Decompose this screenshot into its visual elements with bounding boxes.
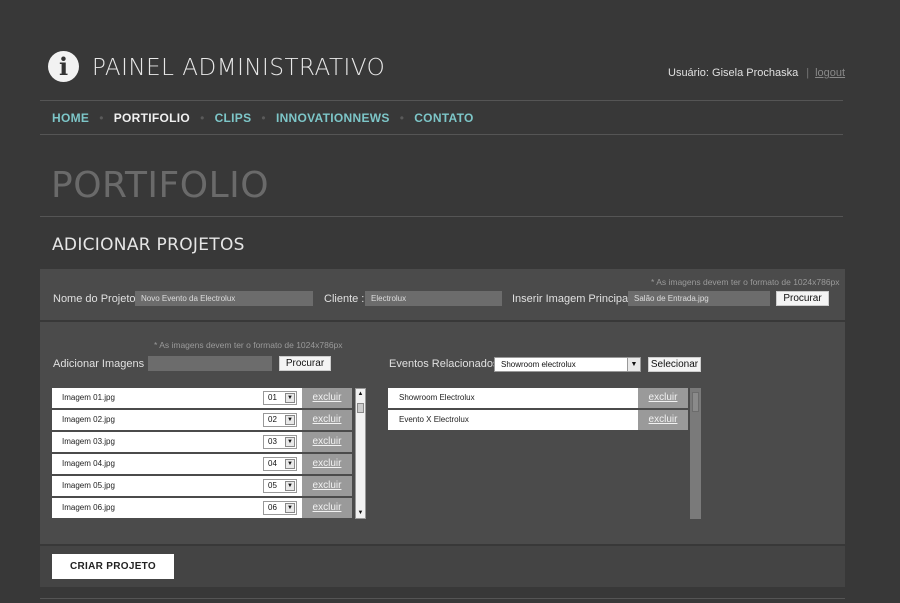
user-area: Usuário: Gisela Prochaska | logout [668,67,845,79]
chevron-down-icon[interactable]: ▼ [627,358,640,371]
nav-separator: • [261,111,266,125]
order-value: 04 [268,459,277,468]
scrollbar-thumb[interactable] [357,403,364,413]
related-events-selected: Showroom electrolux [501,360,576,369]
list-item: Showroom Electrolux excluir [388,388,688,408]
nav-item-home[interactable]: HOME [52,111,89,125]
user-name: Usuário: Gisela Prochaska [668,67,799,79]
client-input[interactable] [365,291,502,306]
image-name: Imagem 02.jpg [62,415,115,424]
image-name: Imagem 03.jpg [62,437,115,446]
page-title: PORTIFOLIO [51,165,270,206]
order-select[interactable]: 02 ▼ [263,413,297,427]
main-image-label: Inserir Imagem Principal : [512,293,637,305]
order-value: 05 [268,481,277,490]
order-select[interactable]: 01 ▼ [263,391,297,405]
logo-info-icon: i [48,51,79,82]
nav-separator: • [200,111,205,125]
create-project-button[interactable]: CRIAR PROJETO [52,554,174,579]
header-divider [40,100,843,101]
images-list: Imagem 01.jpg 01 ▼ excluir Imagem 02.jpg … [52,388,352,520]
nav-separator: • [399,111,405,125]
nav-item-portifolio[interactable]: PORTIFOLIO [114,111,190,125]
main-image-hint: * As imagens devem ter o formato de 1024… [651,277,840,287]
logout-link[interactable]: logout [815,67,845,79]
order-value: 01 [268,393,277,402]
image-name: Imagem 04.jpg [62,459,115,468]
scroll-up-icon[interactable]: ▲ [357,391,364,397]
chevron-down-icon[interactable]: ▼ [285,393,295,403]
event-name: Showroom Electrolux [399,393,475,402]
order-select[interactable]: 05 ▼ [263,479,297,493]
app-title: PAINEL ADMINISTRATIVO [92,55,386,81]
section-title: ADICIONAR PROJETOS [52,235,245,255]
list-item: Imagem 04.jpg 04 ▼ excluir [52,454,352,474]
chevron-down-icon[interactable]: ▼ [285,481,295,491]
nav-item-contato[interactable]: CONTATO [414,111,473,125]
event-name: Evento X Electrolux [399,415,469,424]
list-item: Imagem 03.jpg 03 ▼ excluir [52,432,352,452]
title-divider [40,216,843,217]
chevron-down-icon[interactable]: ▼ [285,459,295,469]
order-value: 06 [268,503,277,512]
user-separator: | [806,67,810,79]
main-image-browse-button[interactable]: Procurar [776,291,829,306]
scrollbar-thumb[interactable] [692,392,699,412]
related-events-select[interactable]: Showroom electrolux ▼ [494,357,641,372]
add-images-hint: * As imagens devem ter o formato de 1024… [154,340,343,350]
chevron-down-icon[interactable]: ▼ [285,415,295,425]
image-name: Imagem 01.jpg [62,393,115,402]
scroll-down-icon[interactable]: ▼ [357,510,364,516]
list-item: Imagem 01.jpg 01 ▼ excluir [52,388,352,408]
list-item: Imagem 05.jpg 05 ▼ excluir [52,476,352,496]
order-select[interactable]: 06 ▼ [263,501,297,515]
project-name-label: Nome do Projeto : [53,293,142,305]
delete-event-link[interactable]: excluir [638,388,688,408]
delete-image-link[interactable]: excluir [302,388,352,408]
list-item: Evento X Electrolux excluir [388,410,688,430]
image-name: Imagem 05.jpg [62,481,115,490]
events-list: Showroom Electrolux excluir Evento X Ele… [388,388,688,432]
image-name: Imagem 06.jpg [62,503,115,512]
delete-event-link[interactable]: excluir [638,410,688,430]
add-images-browse-button[interactable]: Procurar [279,356,331,371]
order-select[interactable]: 04 ▼ [263,457,297,471]
client-label: Cliente : [324,293,365,305]
order-value: 02 [268,415,277,424]
project-name-input[interactable] [135,291,313,306]
related-events-label: Eventos Relacionados : [389,358,505,370]
add-images-label: Adicionar Imagens : [53,358,151,370]
delete-image-link[interactable]: excluir [302,432,352,452]
order-value: 03 [268,437,277,446]
list-item: Imagem 06.jpg 06 ▼ excluir [52,498,352,518]
add-images-input[interactable] [148,356,272,371]
main-nav: HOME • PORTIFOLIO • CLIPS • INNOVATIONNE… [52,111,474,125]
main-image-input[interactable] [628,291,770,306]
delete-image-link[interactable]: excluir [302,476,352,496]
nav-item-clips[interactable]: CLIPS [215,111,252,125]
delete-image-link[interactable]: excluir [302,498,352,518]
list-item: Imagem 02.jpg 02 ▼ excluir [52,410,352,430]
nav-separator: • [99,111,104,125]
select-event-button[interactable]: Selecionar [648,357,701,372]
order-select[interactable]: 03 ▼ [263,435,297,449]
chevron-down-icon[interactable]: ▼ [285,437,295,447]
nav-divider [40,134,843,135]
chevron-down-icon[interactable]: ▼ [285,503,295,513]
images-list-scrollbar[interactable]: ▲ ▼ [355,388,366,519]
nav-item-innovationnews[interactable]: INNOVATIONNEWS [276,111,390,125]
footer-divider [40,598,845,599]
delete-image-link[interactable]: excluir [302,410,352,430]
events-list-scrollbar[interactable] [690,388,701,519]
delete-image-link[interactable]: excluir [302,454,352,474]
